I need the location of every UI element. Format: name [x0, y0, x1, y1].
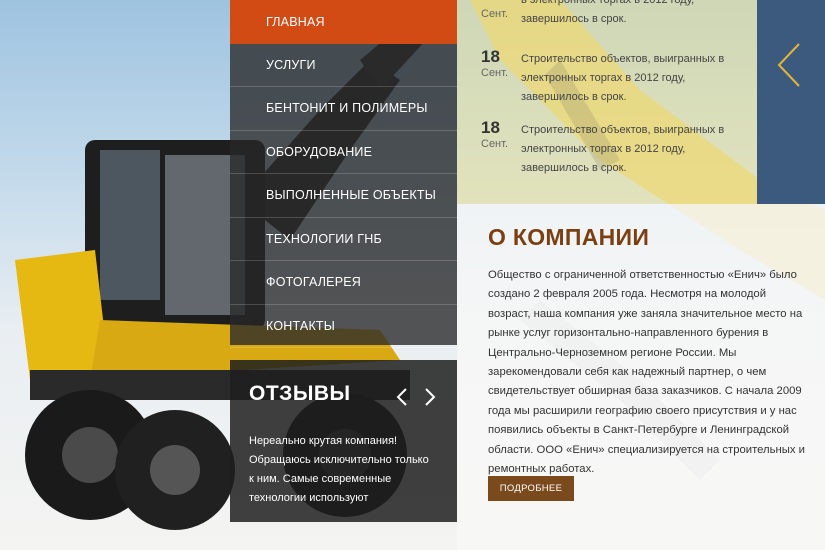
slider-prev-arrow-icon[interactable]	[775, 42, 805, 88]
news-text: Строительство объектов, выигранных в эле…	[521, 53, 725, 103]
nav-item-completed-projects[interactable]: ВЫПОЛНЕННЫЕ ОБЪЕКТЫ	[230, 174, 457, 218]
nav-item-home[interactable]: ГЛАВНАЯ	[230, 0, 457, 44]
news-month: Сент.	[481, 8, 509, 20]
reviews-next-arrow-icon[interactable]	[420, 387, 438, 407]
reviews-prev-arrow-icon[interactable]	[394, 387, 412, 407]
about-section: О КОМПАНИИ Общество с ограниченной ответ…	[457, 204, 825, 550]
news-text: в электронных торгах в 2012 году, заверш…	[521, 0, 695, 25]
about-title: О КОМПАНИИ	[488, 224, 650, 250]
nav-item-hdd-technologies[interactable]: ТЕХНОЛОГИИ ГНБ	[230, 218, 457, 261]
about-text: Общество с ограниченной ответственностью…	[488, 269, 805, 476]
news-text: Строительство объектов, выигранных в эле…	[521, 124, 725, 174]
news-month: Сент.	[481, 67, 509, 79]
reviews-title: ОТЗЫВЫ	[249, 382, 351, 405]
review-text: Нереально крутая компания! Обращаюсь иск…	[249, 435, 429, 504]
news-day: 18	[481, 47, 500, 66]
nav-item-services[interactable]: УСЛУГИ	[230, 44, 457, 87]
nav-item-equipment[interactable]: ОБОРУДОВАНИЕ	[230, 131, 457, 174]
nav-item-contacts[interactable]: КОНТАКТЫ	[230, 305, 457, 348]
news-month: Сент.	[481, 138, 509, 150]
read-more-button[interactable]: ПОДРОБНЕЕ	[488, 476, 574, 501]
nav-item-bentonite[interactable]: БЕНТОНИТ И ПОЛИМЕРЫ	[230, 87, 457, 131]
news-list: Сент. в электронных торгах в 2012 году, …	[457, 0, 757, 204]
slider-panel	[757, 0, 825, 204]
nav-item-photo-gallery[interactable]: ФОТОГАЛЕРЕЯ	[230, 261, 457, 305]
news-day: 18	[481, 118, 500, 137]
main-navigation: ГЛАВНАЯ УСЛУГИ БЕНТОНИТ И ПОЛИМЕРЫ ОБОРУ…	[230, 0, 457, 348]
reviews-panel: ОТЗЫВЫ Нереально крутая компания! Обраща…	[230, 360, 457, 522]
